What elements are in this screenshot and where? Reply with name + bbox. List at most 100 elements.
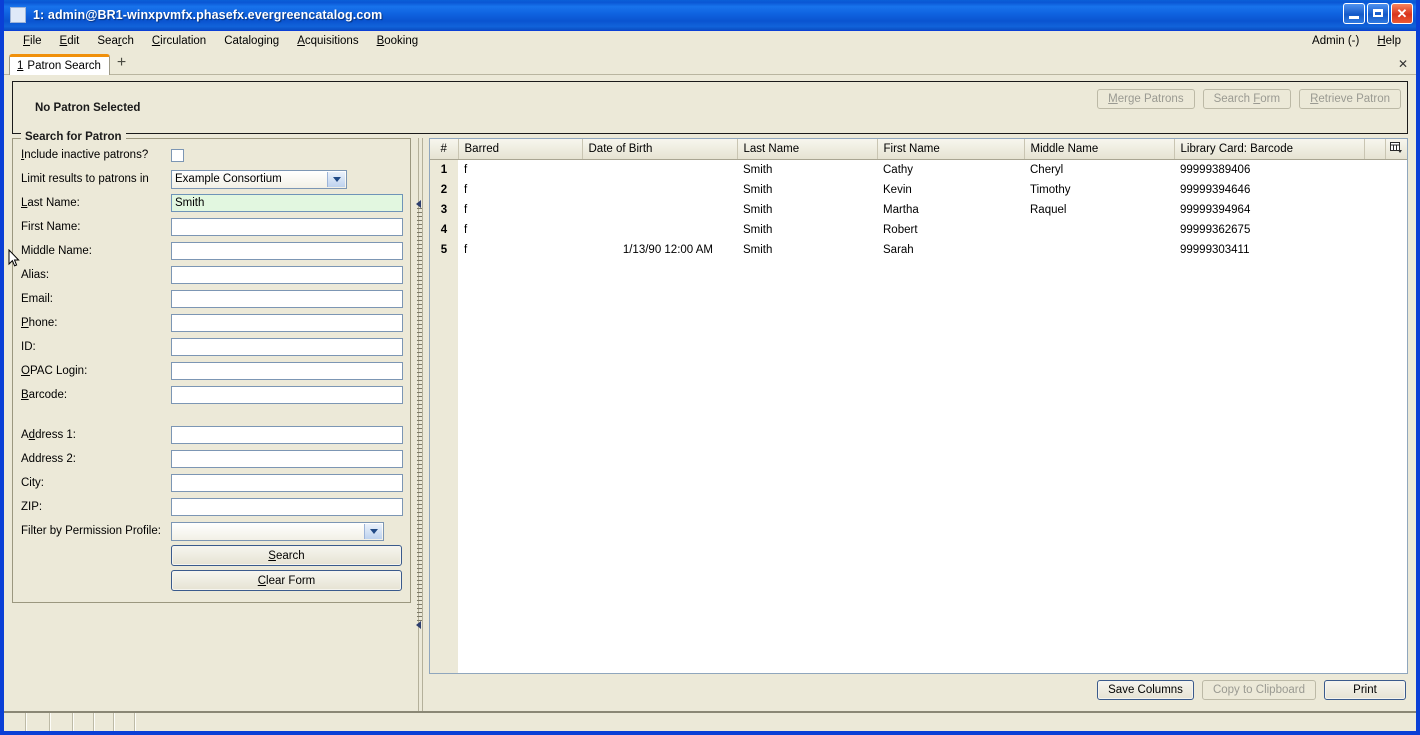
close-button[interactable]: ✕: [1391, 3, 1413, 24]
cell-filler: [1364, 220, 1385, 240]
search-panel: Search for Patron Include inactive patro…: [12, 131, 411, 711]
cell-index: 3: [430, 200, 458, 220]
column-header-middle-name[interactable]: Middle Name: [1024, 139, 1175, 160]
status-segment-6: [115, 713, 136, 731]
menu-cataloging[interactable]: Cataloging: [215, 33, 288, 49]
cell-filler: [1364, 200, 1385, 220]
panel-splitter[interactable]: [411, 138, 429, 711]
search-button[interactable]: Search: [171, 545, 402, 566]
table-body: 1 f Smith Cathy Cheryl 99999389406 2 f S…: [430, 159, 1407, 260]
merge-patrons-button[interactable]: Merge Patrons: [1097, 89, 1195, 109]
menu-file[interactable]: File: [14, 33, 51, 49]
id-input[interactable]: [171, 338, 403, 356]
maximize-button[interactable]: [1367, 3, 1389, 24]
menu-booking[interactable]: Booking: [368, 33, 428, 49]
cell-barred: f: [464, 184, 468, 196]
last-name-input[interactable]: [171, 194, 403, 212]
copy-to-clipboard-button[interactable]: Copy to Clipboard: [1201, 680, 1316, 700]
zip-input[interactable]: [171, 498, 403, 516]
table-row[interactable]: 5 f 1/13/90 12:00 AM Smith Sarah 9999930…: [430, 240, 1407, 260]
tab-label: Patron Search: [27, 60, 101, 72]
first-name-label: First Name:: [21, 221, 81, 233]
table-row[interactable]: 1 f Smith Cathy Cheryl 99999389406: [430, 159, 1407, 181]
new-tab-button[interactable]: +: [117, 55, 126, 71]
column-header-index[interactable]: #: [430, 139, 459, 160]
cell-first-name: Robert: [883, 224, 918, 236]
status-segment-1: [4, 713, 27, 731]
phone-label: Phone:: [21, 317, 58, 329]
menu-search[interactable]: Search: [88, 33, 142, 49]
search-for-patron-groupbox: Search for Patron Include inactive patro…: [12, 131, 411, 603]
phone-input[interactable]: [171, 314, 403, 332]
splitter-grip: [417, 208, 422, 621]
cell-middle-name: [1024, 240, 1174, 260]
menu-circulation[interactable]: Circulation: [143, 33, 215, 49]
cell-barred: f: [464, 164, 468, 176]
cell-middle-name: Timothy: [1030, 184, 1071, 196]
search-button-row: Search: [21, 543, 402, 568]
middle-name-input[interactable]: [171, 242, 403, 260]
opac-login-input[interactable]: [171, 362, 403, 380]
permission-profile-select[interactable]: [171, 521, 384, 541]
search-form-button[interactable]: Search Form: [1202, 89, 1292, 109]
minimize-button[interactable]: [1343, 3, 1365, 24]
results-grid-container: # Barred Date of Birth Last Name First N…: [429, 138, 1408, 674]
print-button[interactable]: Print: [1324, 680, 1406, 700]
barcode-input[interactable]: [171, 386, 403, 404]
cell-dob: [582, 220, 737, 240]
grid-index-gutter: [430, 260, 458, 673]
address-2-input[interactable]: [171, 450, 403, 468]
status-bar: [4, 711, 1416, 731]
email-input[interactable]: [171, 290, 403, 308]
menu-admin[interactable]: Admin (-): [1303, 33, 1368, 49]
close-icon: ✕: [1396, 5, 1408, 21]
application-window: 1: admin@BR1-winxpvmfx.phasefx.evergreen…: [0, 0, 1420, 735]
address-1-input[interactable]: [171, 426, 403, 444]
cell-dob: [582, 160, 737, 181]
cell-pad: [1385, 200, 1407, 220]
close-tab-button[interactable]: ✕: [1398, 57, 1408, 71]
menu-acquisitions[interactable]: Acquisitions: [288, 33, 367, 49]
column-picker-button[interactable]: [1385, 139, 1407, 160]
status-segment-5: [95, 713, 115, 731]
column-header-dob[interactable]: Date of Birth: [582, 139, 738, 160]
first-name-input[interactable]: [171, 218, 403, 236]
cell-dob: [582, 180, 737, 200]
caption-buttons: ✕: [1343, 3, 1413, 24]
column-header-library-card-barcode[interactable]: Library Card: Barcode: [1174, 139, 1365, 160]
limit-results-value: Example Consortium: [175, 173, 282, 185]
retrieve-patron-button[interactable]: Retrieve Patron: [1299, 89, 1401, 109]
column-header-first-name[interactable]: First Name: [877, 139, 1025, 160]
table-row[interactable]: 4 f Smith Robert 99999362675: [430, 220, 1407, 240]
splitter-collapse-bottom-icon[interactable]: [416, 621, 421, 629]
field-row-phone: Phone:: [21, 311, 403, 335]
limit-results-select[interactable]: Example Consortium: [171, 169, 347, 189]
alias-input[interactable]: [171, 266, 403, 284]
clear-form-button[interactable]: Clear Form: [171, 570, 402, 591]
menu-edit[interactable]: Edit: [51, 33, 89, 49]
grid-empty-area: [430, 260, 1407, 673]
cell-index: 2: [430, 180, 458, 200]
splitter-collapse-top-icon[interactable]: [416, 200, 421, 208]
save-columns-button[interactable]: Save Columns: [1097, 680, 1194, 700]
cell-first-name: Sarah: [883, 244, 914, 256]
city-input[interactable]: [171, 474, 403, 492]
cell-first-name: Cathy: [883, 164, 914, 176]
column-header-barred[interactable]: Barred: [458, 139, 583, 160]
table-row[interactable]: 3 f Smith Martha Raquel 99999394964: [430, 200, 1407, 220]
cell-barcode: 99999394646: [1180, 184, 1251, 196]
cell-pad: [1385, 220, 1407, 240]
include-inactive-checkbox[interactable]: [171, 148, 184, 162]
tab-patron-search[interactable]: 1 Patron Search: [9, 54, 110, 75]
column-picker-icon: [1389, 142, 1403, 153]
cell-pad: [1385, 180, 1407, 200]
patron-results-table: # Barred Date of Birth Last Name First N…: [430, 139, 1407, 260]
column-header-last-name[interactable]: Last Name: [737, 139, 878, 160]
cell-index: 4: [430, 220, 458, 240]
menu-help[interactable]: Help: [1368, 33, 1410, 49]
table-row[interactable]: 2 f Smith Kevin Timothy 99999394646: [430, 180, 1407, 200]
cell-filler: [1364, 180, 1385, 200]
cell-last-name: Smith: [743, 204, 773, 216]
patron-summary-bar: No Patron Selected Merge Patrons Search …: [12, 81, 1408, 134]
cell-pad: [1385, 160, 1407, 181]
